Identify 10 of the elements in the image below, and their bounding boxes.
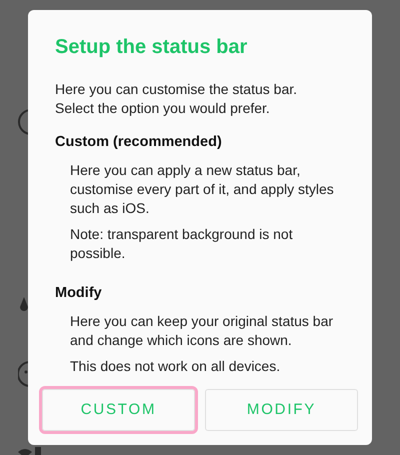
section-text: Here you can keep your original status bar and change which icons are shown. — [69, 312, 334, 350]
section-heading: Custom (recommended) — [55, 133, 223, 152]
section-text: Note: transparent background is not possible. — [69, 224, 294, 263]
dialog-title: Setup the status bar — [55, 35, 248, 60]
option-button[interactable]: MODIFY — [205, 389, 358, 431]
intro-text: Here you can customise the status bar. Select the option you would prefer. — [55, 80, 298, 118]
section-text: This does not work on all devices. — [69, 356, 282, 376]
section-text: Here you can apply a new status bar, customise every part of it, and apply styles such as iOS. — [69, 160, 335, 218]
option-button[interactable]: CUSTOM — [42, 389, 195, 431]
section-heading: Modify — [55, 284, 103, 303]
